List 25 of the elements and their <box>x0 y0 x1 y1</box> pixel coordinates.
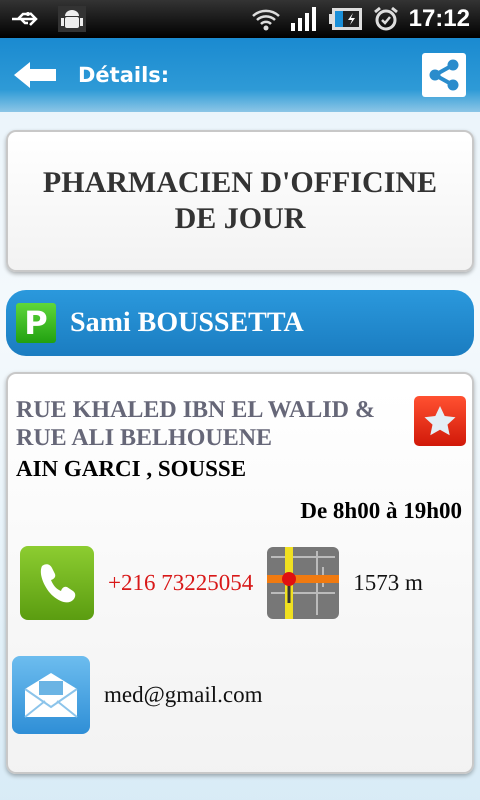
distance: 1573 m <box>353 570 423 596</box>
city: AIN GARCI , SOUSSE <box>16 456 248 482</box>
phone-number[interactable]: +216 73225054 <box>108 570 254 596</box>
favorite-button[interactable] <box>414 396 466 446</box>
email-button[interactable] <box>12 656 90 734</box>
map-pin-icon <box>267 547 340 619</box>
signal-icon <box>290 7 319 31</box>
opening-hours: De 8h00 à 19h00 <box>300 498 462 524</box>
pharmacist-name: Sami BOUSSETTA <box>70 307 304 339</box>
star-icon <box>423 405 457 437</box>
wifi-icon <box>250 7 281 31</box>
alarm-icon <box>372 6 399 32</box>
share-icon <box>429 59 459 91</box>
category-title: PHARMACIEN D'OFFICINE DE JOUR <box>42 165 438 237</box>
battery-icon <box>328 7 363 31</box>
back-icon[interactable] <box>14 62 56 88</box>
call-button[interactable] <box>20 546 94 620</box>
street-address: RUE KHALED IBN EL WALID & RUE ALI BELHOUENE <box>16 396 376 452</box>
clock-time: 17:12 <box>408 5 470 33</box>
header-title: Détails: <box>78 63 170 87</box>
robot-icon <box>58 6 86 32</box>
parking-badge: P <box>16 303 56 343</box>
email-address[interactable]: med@gmail.com <box>104 682 263 708</box>
share-button[interactable] <box>422 53 466 97</box>
map-button[interactable] <box>267 547 340 619</box>
